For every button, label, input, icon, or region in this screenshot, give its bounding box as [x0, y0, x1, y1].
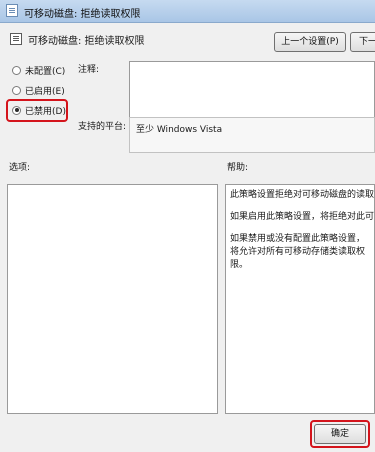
- help-paragraph-2: 如果启用此策略设置，将拒绝对此可移: [230, 212, 375, 222]
- options-panel: [7, 184, 218, 414]
- previous-setting-button[interactable]: 上一个设置(P): [274, 32, 346, 52]
- radio-label: 未配置(C): [25, 66, 66, 77]
- window-title: 可移动磁盘: 拒绝读取权限: [24, 9, 141, 20]
- help-paragraph-3: 如果禁用或没有配置此策略设置，将允许对所有可移动存储类读取权限。: [230, 234, 366, 270]
- help-panel: 此策略设置拒绝对可移动磁盘的读取权 如果启用此策略设置，将拒绝对此可移 如果禁用…: [225, 184, 375, 414]
- title-bar: 可移动磁盘: 拒绝读取权限: [0, 0, 375, 23]
- radio-label: 已启用(E): [25, 86, 65, 97]
- setting-icon: [10, 33, 22, 45]
- setting-title: 可移动磁盘: 拒绝读取权限: [28, 36, 145, 47]
- comment-label: 注释:: [78, 65, 100, 75]
- dialog-body: 可移动磁盘: 拒绝读取权限 上一个设置(P) 下一 未配置(C) 已启用(E) …: [0, 23, 375, 452]
- policy-icon: [6, 4, 18, 17]
- next-setting-button[interactable]: 下一: [350, 32, 375, 52]
- radio-not-configured[interactable]: 未配置(C): [12, 63, 65, 77]
- radio-circle[interactable]: [12, 65, 21, 75]
- platform-value: 至少 Windows Vista: [136, 125, 223, 135]
- help-label: 帮助:: [227, 163, 249, 173]
- platform-field: 至少 Windows Vista: [129, 117, 375, 153]
- radio-circle[interactable]: [12, 85, 21, 95]
- ok-button[interactable]: 确定: [314, 424, 366, 444]
- help-paragraph-1: 此策略设置拒绝对可移动磁盘的读取权: [230, 190, 375, 200]
- platform-label: 支持的平台:: [78, 122, 127, 132]
- options-label: 选项:: [9, 163, 31, 173]
- highlight-annotation: [6, 99, 68, 122]
- comment-textarea[interactable]: [129, 61, 375, 121]
- radio-enabled[interactable]: 已启用(E): [12, 83, 65, 97]
